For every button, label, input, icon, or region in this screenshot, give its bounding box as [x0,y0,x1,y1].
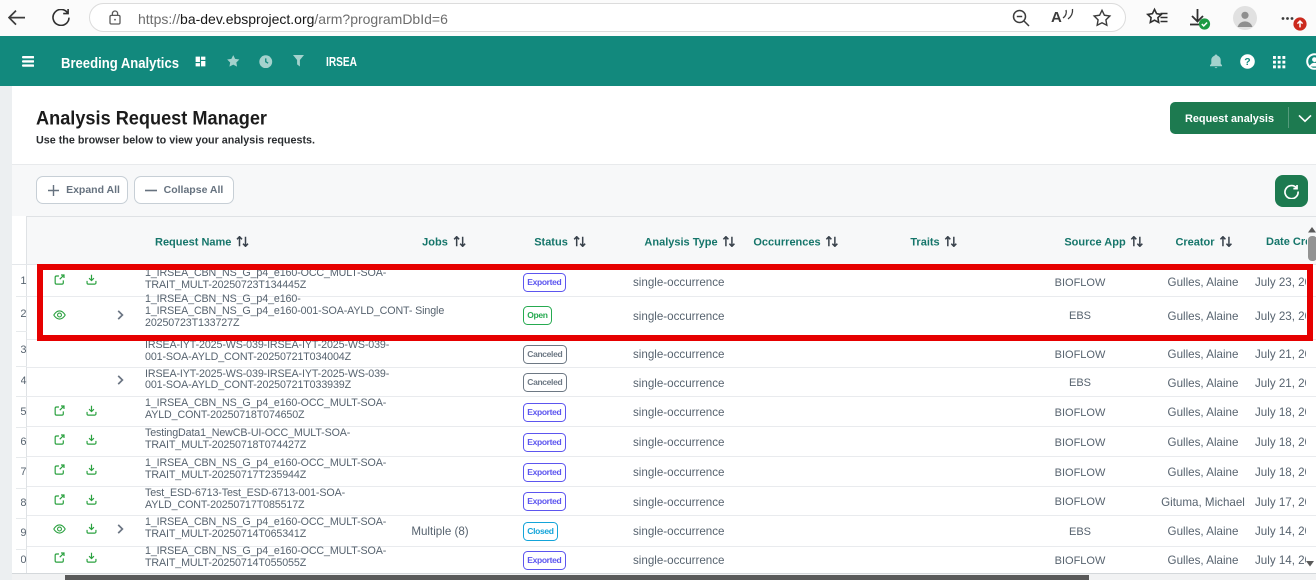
svg-text:Request analysis: Request analysis [1185,113,1274,125]
svg-text:Analysis Request Manager: Analysis Request Manager [36,108,267,130]
svg-text:?: ? [1244,56,1250,68]
svg-text:Use the browser below to view: Use the browser below to view your analy… [36,135,315,147]
svg-text:IRSEA: IRSEA [326,55,357,69]
svg-text:Breeding Analytics: Breeding Analytics [61,56,179,72]
